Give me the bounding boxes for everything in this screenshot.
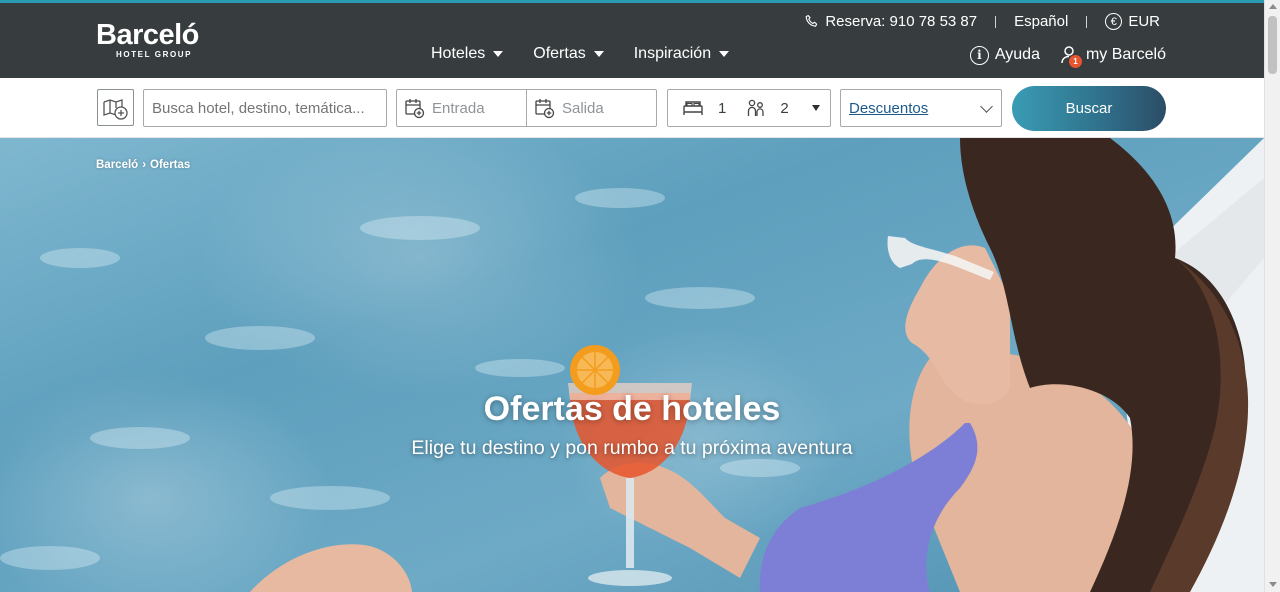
help-link[interactable]: i Ayuda <box>969 45 1040 65</box>
vertical-scrollbar[interactable] <box>1264 0 1280 592</box>
site-header: Barceló HOTEL GROUP Reserva: 910 78 53 8… <box>0 0 1264 78</box>
hero-subtitle: Elige tu destino y pon rumbo a tu próxim… <box>411 437 853 459</box>
caret-down-icon <box>593 51 604 57</box>
user-icon: 1 <box>1060 45 1082 68</box>
nav-ofertas[interactable]: Ofertas <box>533 45 604 63</box>
dropdown-arrow-icon <box>812 105 820 111</box>
hero-banner: Barceló › Ofertas Ofertas de hoteles Eli… <box>0 138 1264 592</box>
discounts-dropdown[interactable]: Descuentos <box>840 89 1002 127</box>
guests-count: 2 <box>746 98 789 118</box>
rooms-count: 1 <box>682 99 726 117</box>
map-plus-icon <box>102 98 128 120</box>
scroll-down-arrow-icon[interactable] <box>1269 582 1277 587</box>
rooms-value: 1 <box>718 99 727 117</box>
nav-label: Ofertas <box>533 45 586 62</box>
discounts-label: Descuentos <box>849 99 929 117</box>
logo-tagline: HOTEL GROUP <box>116 50 193 59</box>
phone-icon <box>805 15 818 27</box>
divider <box>1086 15 1088 28</box>
rooms-guests-selector[interactable]: 1 2 <box>667 89 831 127</box>
chevron-down-icon <box>980 100 993 113</box>
top-utility-bar: Reserva: 910 78 53 87 Español € EUR <box>804 13 1160 30</box>
account-label: my Barceló <box>1085 46 1166 63</box>
checkin-placeholder: Entrada <box>432 99 485 117</box>
info-icon: i <box>969 45 989 65</box>
scroll-thumb[interactable] <box>1268 16 1277 74</box>
nav-hoteles[interactable]: Hoteles <box>431 45 504 63</box>
destination-search-input[interactable] <box>143 89 387 127</box>
divider <box>995 15 997 28</box>
euro-icon: € <box>1105 13 1123 30</box>
phone-label: Reserva: 910 78 53 87 <box>825 13 978 30</box>
notification-badge: 1 <box>1068 55 1082 68</box>
currency-label: EUR <box>1128 13 1160 30</box>
search-button[interactable]: Buscar <box>1012 86 1166 131</box>
checkin-field[interactable]: Entrada <box>397 90 526 126</box>
language-selector[interactable]: Español <box>1014 13 1068 30</box>
main-navigation: Hoteles Ofertas Inspiración <box>431 45 730 63</box>
search-button-label: Buscar <box>1065 100 1113 117</box>
help-label: Ayuda <box>994 46 1040 63</box>
date-range-field: Entrada Salida <box>396 89 657 127</box>
calendar-plus-icon <box>535 99 555 119</box>
guests-value: 2 <box>780 99 789 117</box>
caret-down-icon <box>719 51 730 57</box>
my-barcelo-link[interactable]: 1 my Barceló <box>1060 45 1166 68</box>
people-icon <box>748 99 764 116</box>
breadcrumb-home-link[interactable]: Barceló <box>96 159 138 171</box>
nav-label: Inspiración <box>633 45 712 62</box>
language-label: Español <box>1014 13 1069 30</box>
calendar-plus-icon <box>405 99 425 119</box>
bed-icon <box>683 101 703 115</box>
checkout-field[interactable]: Salida <box>526 90 656 126</box>
breadcrumb: Barceló › Ofertas <box>96 159 190 171</box>
breadcrumb-current: Ofertas <box>150 159 191 171</box>
logo-wordmark: Barceló <box>96 19 199 51</box>
breadcrumb-separator: › <box>142 159 147 171</box>
caret-down-icon <box>493 51 504 57</box>
hero-title: Ofertas de hoteles <box>483 390 781 428</box>
user-navigation: i Ayuda 1 my Barceló <box>969 45 1166 68</box>
search-bar: Entrada Salida 1 2 Descuentos Buscar <box>0 78 1264 138</box>
phone-link[interactable]: Reserva: 910 78 53 87 <box>804 13 977 30</box>
hero-image <box>0 138 1264 592</box>
nav-inspiracion[interactable]: Inspiración <box>633 45 730 63</box>
checkout-placeholder: Salida <box>562 99 604 117</box>
barcelo-logo[interactable]: Barceló HOTEL GROUP <box>96 20 216 60</box>
map-search-button[interactable] <box>97 89 134 126</box>
nav-label: Hoteles <box>431 45 486 62</box>
currency-selector[interactable]: € EUR <box>1105 13 1160 30</box>
scroll-up-arrow-icon[interactable] <box>1269 4 1277 9</box>
